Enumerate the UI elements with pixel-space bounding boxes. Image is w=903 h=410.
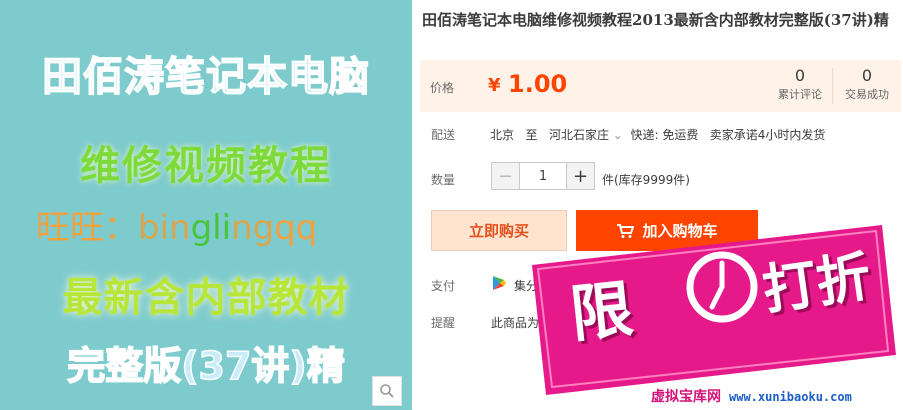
review-count: 0 [794, 66, 806, 85]
delivery-to-word: 至 [525, 128, 538, 142]
wangwang-id-part3: ng [231, 208, 275, 248]
quantity-input[interactable] [519, 163, 567, 189]
delivery-from: 北京 [490, 128, 515, 142]
price-label: 价格 [430, 81, 455, 95]
price-box: 价格 ¥ 1.00 0 累计评论 0 交易成功 [420, 60, 901, 112]
wangwang-label: 旺旺： [36, 208, 138, 248]
trade-count: 0 [861, 66, 873, 85]
decrease-button[interactable]: − [492, 163, 519, 189]
delivery-label: 配送 [431, 128, 456, 142]
review-stat[interactable]: 0 累计评论 [765, 66, 835, 104]
promo-xian: 限 [566, 271, 637, 352]
delivery-info: 北京 至 河北石家庄 ⌄ 快递: 免运费 卖家承诺4小时内发货 [490, 126, 825, 143]
quantity-stepper: − + [491, 162, 595, 190]
wangwang-id-part1: bin [138, 208, 191, 248]
wangwang-id-part2: gli [190, 208, 232, 248]
watermark-site-url: www.xunibaoku.com [729, 390, 852, 404]
product-image[interactable]: 田佰涛笔记本电脑 维修视频教程 旺旺：binglingqq 最新含内部教材 完整… [0, 0, 412, 410]
review-label: 累计评论 [778, 88, 822, 101]
promo-dazhe: 打折 [758, 244, 875, 323]
payment-method-icon [493, 276, 506, 290]
price-value: 1.00 [508, 70, 568, 98]
zoom-button[interactable] [372, 376, 402, 406]
stock-info: 件(库存9999件) [602, 173, 690, 187]
search-icon [380, 384, 394, 398]
delivery-destination[interactable]: 河北石家庄 [549, 128, 609, 142]
reminder-label: 提醒 [431, 316, 456, 330]
trade-label: 交易成功 [845, 88, 889, 101]
trade-stat: 0 交易成功 [832, 66, 902, 104]
image-text-line1: 田佰涛笔记本电脑 [41, 53, 370, 101]
payment-label: 支付 [431, 279, 456, 293]
product-title: 田佰涛笔记本电脑维修视频教程2013最新含内部教材完整版(37讲)精 [422, 11, 889, 29]
image-text-line4: 最新含内部教材 [62, 275, 350, 321]
image-text-line5: 完整版(37讲)精 [66, 343, 345, 389]
shipping-fee: 快递: 免运费 [630, 128, 699, 142]
watermark-site: 虚拟宝库网 www.xunibaoku.com [651, 386, 852, 406]
image-text-line3: 旺旺：binglingqq [36, 200, 317, 249]
shipping-promise: 卖家承诺4小时内发货 [709, 128, 826, 142]
watermark-site-name: 虚拟宝库网 [651, 389, 721, 405]
clock-icon [686, 251, 758, 323]
quantity-label: 数量 [431, 173, 456, 187]
promo-badge: 限 打折 [532, 225, 896, 405]
increase-button[interactable]: + [567, 163, 594, 189]
image-text-line2: 维修视频教程 [80, 143, 332, 189]
chevron-down-icon[interactable]: ⌄ [613, 128, 623, 142]
price-symbol: ¥ [488, 75, 501, 96]
wangwang-id-part4: qq [274, 208, 318, 248]
